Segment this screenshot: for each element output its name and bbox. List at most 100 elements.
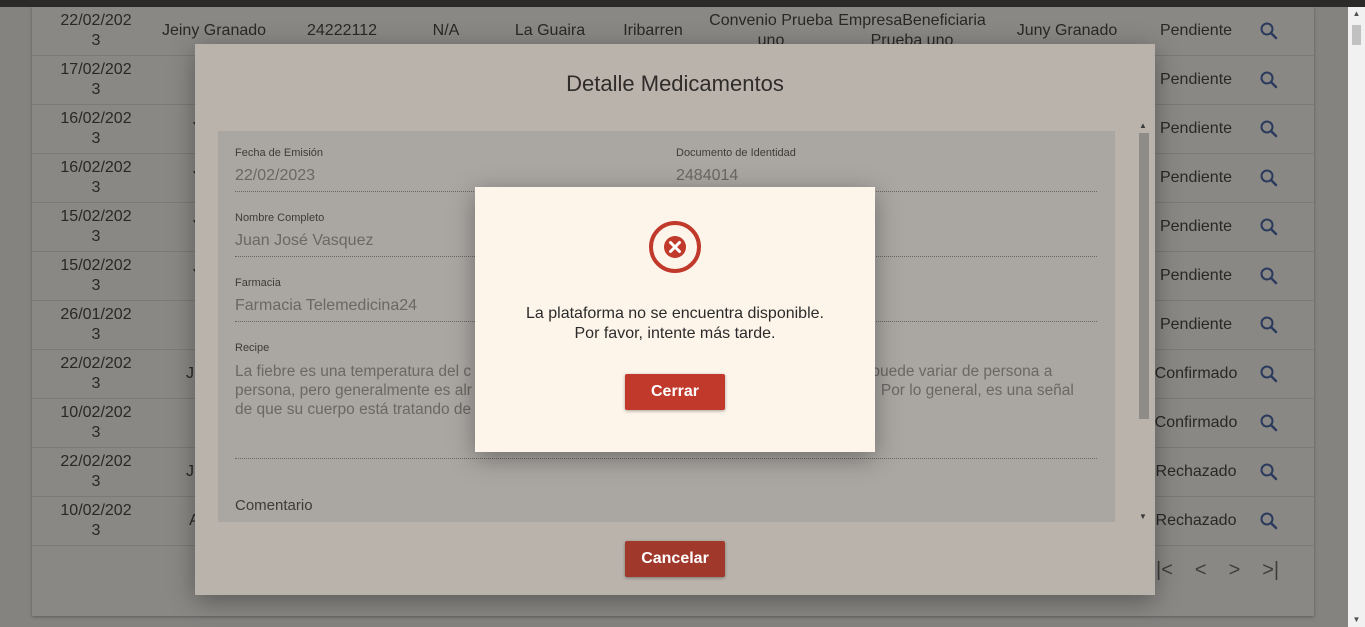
farmacia-field[interactable]: Farmacia Telemedicina24 (235, 297, 417, 315)
scroll-thumb[interactable] (1352, 25, 1361, 45)
date-cell: 16/02/202 3 (54, 105, 138, 153)
status-text: Confirmado (1154, 414, 1238, 431)
status-cell: Pendiente (1150, 154, 1242, 202)
next-page-button[interactable]: > (1229, 559, 1241, 582)
date-line-2: 3 (91, 32, 101, 49)
date-line-1: 16/02/202 (60, 159, 132, 176)
documento-field[interactable]: 2484014 (676, 167, 738, 185)
date-line-1: 16/02/202 (60, 110, 132, 127)
status-text: Rechazado (1155, 463, 1237, 480)
close-button[interactable]: Cerrar (625, 374, 725, 410)
status-cell: Rechazado (1150, 497, 1242, 545)
search-icon[interactable] (1254, 399, 1284, 447)
status-cell: Confirmado (1150, 350, 1242, 398)
status-text: Pendiente (1159, 169, 1233, 186)
fecha-field[interactable]: 22/02/2023 (235, 167, 315, 185)
fecha-label: Fecha de Emisión (235, 147, 324, 159)
status-text: Pendiente (1159, 71, 1233, 88)
nombre-label: Nombre Completo (235, 212, 325, 224)
municipality-text: Iribarren (623, 22, 683, 39)
date-line-1: 10/02/202 (60, 404, 132, 421)
alert-message-line-2: Por favor, intente más tarde. (574, 325, 776, 342)
search-icon[interactable] (1254, 497, 1284, 545)
dialog-title: Detalle Medicamentos (566, 71, 784, 96)
recipe-label: Recipe (235, 342, 270, 354)
status-cell: Pendiente (1150, 7, 1242, 55)
status-text: Rechazado (1155, 512, 1237, 529)
date-cell: 15/02/202 3 (54, 252, 138, 300)
status-cell: Pendiente (1150, 105, 1242, 153)
recipe-line-1-right: al puede variar de persona a (855, 363, 1053, 380)
document-text: 24222112 (307, 22, 377, 39)
pagination: |< < > >| (1156, 559, 1279, 582)
form-scrollbar[interactable]: ▲ ▼ (1136, 121, 1150, 521)
comentario-label: Comentario (235, 497, 313, 514)
date-line-1: 15/02/202 (60, 257, 132, 274)
date-cell: 17/02/202 3 (54, 56, 138, 104)
recipe-line-2-right: ad. Por lo general, es una señal (855, 382, 1074, 399)
nombre-field[interactable]: Juan José Vasquez (235, 232, 373, 250)
search-icon[interactable] (1254, 56, 1284, 104)
search-icon[interactable] (1254, 448, 1284, 496)
error-alert-dialog: La plataforma no se encuentra disponible… (475, 187, 875, 452)
date-line-1: 26/01/202 (60, 306, 132, 323)
date-cell: 22/02/202 3 (54, 7, 138, 55)
date-cell: 16/02/202 3 (54, 154, 138, 202)
status-text: Confirmado (1154, 365, 1238, 382)
status-cell: Confirmado (1150, 399, 1242, 447)
date-line-2: 3 (91, 130, 101, 147)
status-text: Pendiente (1159, 267, 1233, 284)
date-line-1: 17/02/202 (60, 61, 132, 78)
date-line-1: 10/02/202 (60, 502, 132, 519)
recipe-line-1-left: La fiebre es una temperatura del c (235, 363, 472, 380)
date-line-2: 3 (91, 326, 101, 343)
status-text: Pendiente (1159, 22, 1233, 39)
recipe-underline (235, 458, 1097, 459)
last-page-button[interactable]: >| (1262, 559, 1279, 582)
date-line-1: 22/02/202 (60, 453, 132, 470)
error-x-circle-icon (648, 220, 702, 274)
scroll-up-icon[interactable]: ▲ (1348, 7, 1365, 21)
status-cell: Rechazado (1150, 448, 1242, 496)
page-scrollbar[interactable]: ▲ ▼ (1348, 7, 1365, 627)
form-scroll-down-icon[interactable]: ▼ (1139, 512, 1147, 521)
search-icon[interactable] (1254, 7, 1284, 55)
date-cell: 15/02/202 3 (54, 203, 138, 251)
status-text: Pendiente (1159, 218, 1233, 235)
prev-page-button[interactable]: < (1195, 559, 1207, 582)
beneficiario-text: Juny Granado (1016, 22, 1118, 39)
status-cell: Pendiente (1150, 301, 1242, 349)
status-cell: Pendiente (1150, 252, 1242, 300)
search-icon[interactable] (1254, 154, 1284, 202)
form-scroll-up-icon[interactable]: ▲ (1139, 121, 1147, 130)
date-line-2: 3 (91, 473, 101, 490)
form-scroll-thumb[interactable] (1139, 133, 1149, 419)
date-cell: 22/02/202 3 (54, 448, 138, 496)
first-page-button[interactable]: |< (1156, 559, 1173, 582)
alert-message-line-1: La plataforma no se encuentra disponible… (526, 305, 824, 322)
documento-label: Documento de Identidad (676, 147, 796, 159)
search-icon[interactable] (1254, 203, 1284, 251)
name-text: Jeiny Granado (161, 22, 267, 39)
search-icon[interactable] (1254, 252, 1284, 300)
date-line-1: 22/02/202 (60, 355, 132, 372)
recipe-line-3-left: de que su cuerpo está tratando de (235, 401, 472, 418)
na-text: N/A (432, 22, 460, 39)
alert-message: La plataforma no se encuentra disponible… (475, 304, 875, 344)
recipe-line-2-left: persona, pero generalmente es alr (235, 382, 472, 399)
status-cell: Pendiente (1150, 203, 1242, 251)
date-line-2: 3 (91, 179, 101, 196)
search-icon[interactable] (1254, 301, 1284, 349)
state-text: La Guaira (514, 22, 586, 39)
scroll-down-icon[interactable]: ▼ (1348, 613, 1365, 627)
status-text: Pendiente (1159, 120, 1233, 137)
search-icon[interactable] (1254, 105, 1284, 153)
date-cell: 26/01/202 3 (54, 301, 138, 349)
date-cell: 10/02/202 3 (54, 399, 138, 447)
farmacia-label: Farmacia (235, 277, 281, 289)
date-line-2: 3 (91, 424, 101, 441)
cancel-button[interactable]: Cancelar (625, 541, 725, 577)
search-icon[interactable] (1254, 350, 1284, 398)
browser-top-bar (0, 0, 1365, 7)
date-line-2: 3 (91, 375, 101, 392)
